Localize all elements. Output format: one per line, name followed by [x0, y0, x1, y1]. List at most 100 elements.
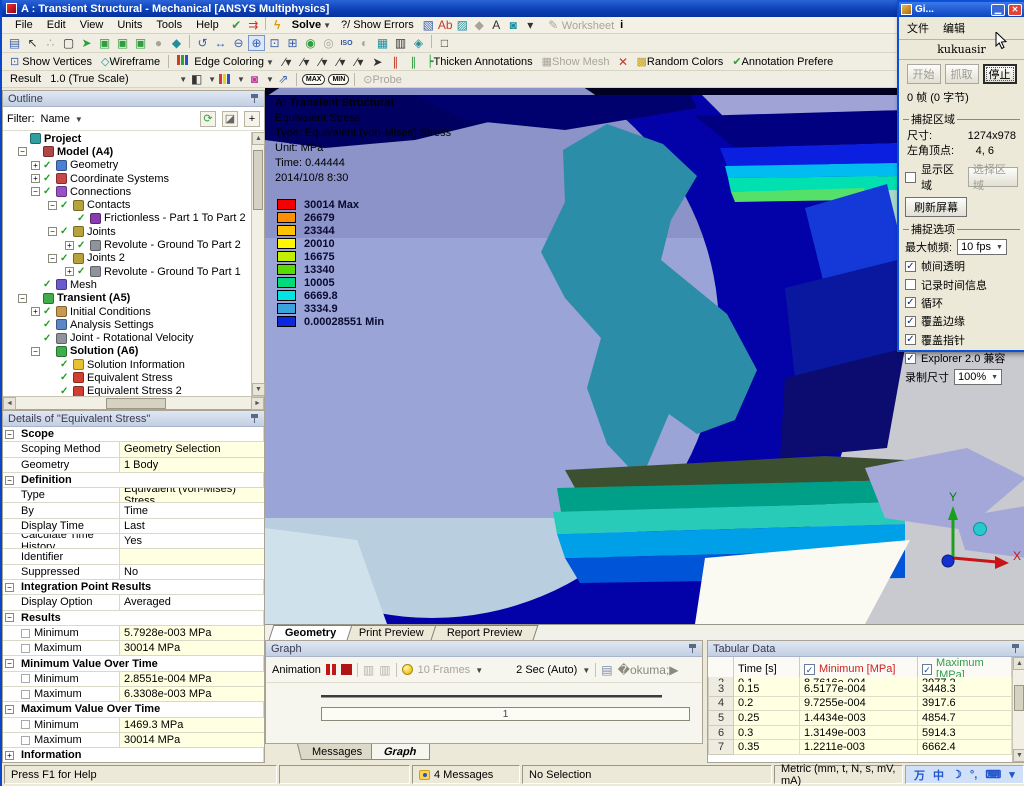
tree-item[interactable]: − Solution (A6)	[3, 345, 251, 358]
details-value[interactable]: Equivalent (von-Mises) Stress	[120, 488, 264, 502]
annotation-preferences-button[interactable]: ✔Annotation Prefere	[728, 55, 837, 68]
contour-bands-icon[interactable]	[217, 71, 234, 87]
section-expander[interactable]: −	[5, 583, 14, 592]
section-expander[interactable]	[5, 674, 14, 683]
view-cube-icon[interactable]: ◆	[168, 35, 185, 51]
tree-item[interactable]: Project	[3, 132, 251, 145]
pin-icon[interactable]	[250, 93, 259, 104]
edge-1-icon[interactable]: ∕▾	[297, 54, 314, 70]
pin-icon[interactable]	[250, 413, 259, 424]
frame-forward-icon[interactable]: ▥	[379, 663, 390, 677]
min-label-button[interactable]: MIN	[328, 74, 349, 85]
section-expander[interactable]	[5, 567, 14, 576]
wireframe-button[interactable]: ◇Wireframe	[97, 55, 164, 68]
vector-display-icon[interactable]: ⇗	[275, 71, 292, 87]
capture-menu-item[interactable]: 文件	[907, 20, 929, 36]
pointer-modes-icon[interactable]: ➤	[78, 35, 95, 51]
box-zoom-icon[interactable]: ⊡	[266, 35, 283, 51]
select-body-icon[interactable]: ●	[150, 35, 167, 51]
tabular-row[interactable]: 7 0.35 1.2211e-003 6662.4	[708, 740, 1012, 755]
tree-item[interactable]: − Transient (A5)	[3, 292, 251, 305]
grab-button[interactable]: 抓取	[945, 64, 979, 84]
frame-back-icon[interactable]: ▥	[363, 663, 374, 677]
time-step-bar[interactable]: 1	[321, 707, 690, 721]
thicken-annotations-button[interactable]: ┝Thicken Annotations	[423, 55, 537, 68]
status-units[interactable]: Metric (mm, t, N, s, mV, mA)	[774, 765, 903, 784]
tree-expander[interactable]: −	[31, 347, 40, 356]
edge-k-icon[interactable]: ∕▾	[351, 54, 368, 70]
select-face-icon[interactable]: ▣	[132, 35, 149, 51]
letter-a-icon[interactable]: A	[488, 17, 505, 33]
random-colors-button[interactable]: ▩Random Colors	[632, 55, 727, 68]
edge-3-icon[interactable]: ∕▾	[333, 54, 350, 70]
color-palette-icon[interactable]: ◙	[505, 17, 522, 33]
zoom-in-icon[interactable]: ⊕	[248, 35, 265, 51]
show-vertices-button[interactable]: ⊡ Show Vertices	[6, 55, 96, 68]
separator[interactable]	[431, 35, 432, 48]
chart-icon[interactable]: ▨	[454, 17, 471, 33]
details-value[interactable]: Yes	[120, 534, 264, 548]
tree-expander[interactable]: −	[18, 294, 27, 303]
option-checkbox[interactable]: ✓	[905, 316, 916, 327]
tree-expander[interactable]: −	[18, 147, 27, 156]
tree-item[interactable]: ✓ Mesh	[3, 278, 251, 291]
tree-item[interactable]: ✓ Joint - Rotational Velocity	[3, 331, 251, 344]
details-value[interactable]: 1469.3 MPa	[120, 718, 264, 732]
section-expander[interactable]	[5, 736, 14, 745]
viewports-icon[interactable]: □	[436, 35, 453, 51]
section-expander[interactable]: +	[5, 751, 14, 760]
record-size-select[interactable]: 100%▼	[954, 369, 1002, 385]
edge-2-icon[interactable]: ∕▾	[315, 54, 332, 70]
result-scale-dropdown[interactable]: 1.0 (True Scale)	[46, 73, 176, 85]
spellcheck-icon[interactable]: Ab	[437, 17, 454, 33]
red-bars-icon[interactable]: ∥	[387, 54, 404, 70]
solve-lightning-icon[interactable]: ϟ	[269, 17, 286, 33]
stop-button[interactable]: 停止	[983, 64, 1017, 84]
tree-expander[interactable]: +	[65, 267, 74, 276]
menu-item[interactable]: Units	[110, 18, 149, 32]
section-expander[interactable]	[5, 445, 14, 454]
ime-icon[interactable]: °,	[968, 769, 979, 781]
section-expander[interactable]	[5, 629, 14, 638]
tree-expander[interactable]	[31, 334, 40, 343]
separator[interactable]	[265, 17, 266, 30]
section-expander[interactable]	[5, 460, 14, 469]
tree-expander[interactable]	[48, 360, 57, 369]
tabular-vertical-scrollbar[interactable]: ▲▼	[1012, 657, 1024, 762]
section-expander[interactable]	[5, 537, 14, 546]
edge-direction-icon[interactable]: ∕▾	[279, 54, 296, 70]
option-checkbox[interactable]	[905, 279, 916, 290]
section-expander[interactable]	[5, 598, 14, 607]
solve-button[interactable]: Solve▼	[288, 19, 335, 31]
look-at-icon[interactable]: ◐	[356, 35, 373, 51]
tree-item[interactable]: ✓ Equivalent Stress 2	[3, 385, 251, 396]
option-checkbox[interactable]: ✓	[905, 353, 916, 364]
section-expander[interactable]	[5, 506, 14, 515]
outline-horizontal-scrollbar[interactable]: ◄►	[3, 396, 264, 409]
commit-icon[interactable]: ✔	[228, 17, 245, 33]
menu-item[interactable]: Tools	[149, 18, 189, 32]
tree-item[interactable]: ✓ Equivalent Stress	[3, 371, 251, 384]
min-checkbox[interactable]: ✓	[804, 664, 815, 675]
tree-item[interactable]: + ✓ Geometry	[3, 159, 251, 172]
pause-icon[interactable]	[326, 664, 336, 675]
select-edge-icon[interactable]: ▣	[114, 35, 131, 51]
stop-icon[interactable]	[341, 664, 352, 675]
ime-icon[interactable]: 中	[931, 767, 946, 783]
details-value[interactable]: 1 Body	[120, 458, 264, 472]
details-value[interactable]: Averaged	[120, 595, 264, 609]
pan-icon[interactable]: ↔	[212, 35, 229, 51]
refresh-screen-button[interactable]: 刷新屏幕	[905, 197, 967, 217]
tree-item[interactable]: − ✓ Joints 2	[3, 252, 251, 265]
bottom-tab[interactable]: Graph	[371, 744, 429, 760]
tree-expander[interactable]	[5, 134, 14, 143]
section-expander[interactable]	[5, 552, 14, 561]
contour-sphere-icon[interactable]: ◙	[246, 71, 263, 87]
green-bars-icon[interactable]: ∥	[405, 54, 422, 70]
outline-header[interactable]: Outline	[3, 91, 264, 107]
zoom-out-icon[interactable]: ⊖	[230, 35, 247, 51]
comment-icon[interactable]: ▤	[6, 35, 23, 51]
menu-item[interactable]: View	[73, 18, 111, 32]
graph-header[interactable]: Graph	[266, 641, 702, 657]
viewport-tab[interactable]: Report Preview	[431, 625, 539, 640]
